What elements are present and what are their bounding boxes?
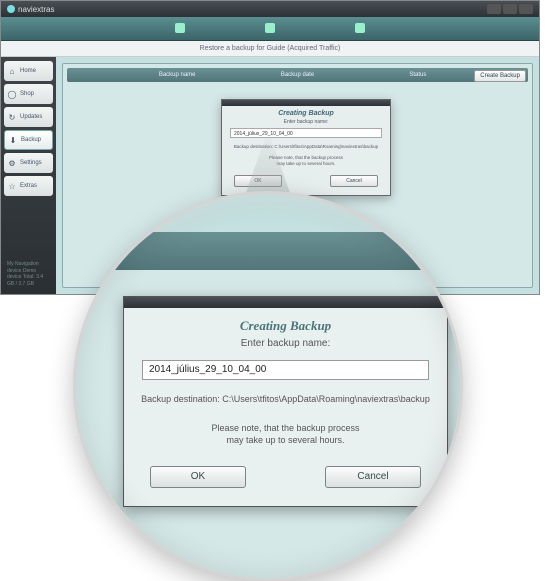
shop-icon: ◯: [7, 89, 17, 99]
subheader: Restore a backup for Guide (Acquired Tra…: [1, 41, 539, 57]
dialog-subtitle: Enter backup name:: [124, 338, 447, 355]
col-name: Backup name: [117, 72, 237, 78]
app-logo-icon: [7, 5, 15, 13]
sidebar-item-extras[interactable]: ☆ Extras: [4, 176, 53, 196]
sidebar-item-home[interactable]: ⌂ Home: [4, 61, 53, 81]
ok-button[interactable]: OK: [150, 466, 246, 488]
sidebar-item-label: Home: [20, 68, 36, 74]
sidebar-item-label: Updates: [20, 114, 42, 120]
dialog-titlebar: [124, 297, 447, 308]
sidebar-item-label: Settings: [20, 160, 42, 166]
sidebar: ⌂ Home ◯ Shop ↻ Updates ⬇ Backup ⚙ Setti…: [1, 57, 56, 294]
dialog-subtitle: Enter backup name:: [222, 119, 390, 125]
dialog-buttons: OK Cancel: [222, 170, 390, 195]
create-backup-button[interactable]: Create Backup: [474, 70, 526, 82]
backup-name-input[interactable]: 2014_július_29_10_04_00: [230, 128, 382, 138]
dialog-buttons: OK Cancel: [124, 458, 447, 506]
sidebar-item-shop[interactable]: ◯ Shop: [4, 84, 53, 104]
backup-note: Please note, that the backup processmay …: [124, 410, 447, 458]
sidebar-item-label: Backup: [21, 137, 41, 143]
sidebar-item-backup[interactable]: ⬇ Backup: [4, 130, 53, 150]
updates-icon: ↻: [7, 112, 17, 122]
sidebar-item-label: Shop: [20, 91, 34, 97]
tab-icon: [355, 23, 365, 33]
sidebar-item-updates[interactable]: ↻ Updates: [4, 107, 53, 127]
table-header: Backup name Backup date Status: [67, 68, 528, 82]
magnifier-view: Creating Backup Enter backup name: Backu…: [73, 191, 463, 581]
cancel-button[interactable]: Cancel: [325, 466, 421, 488]
ok-button[interactable]: OK: [234, 175, 282, 187]
settings-icon: ⚙: [7, 158, 17, 168]
window-controls: [487, 4, 533, 14]
dialog-title: Creating Backup: [124, 308, 447, 338]
maximize-button[interactable]: [503, 4, 517, 14]
creating-backup-dialog-small: Creating Backup Enter backup name: 2014_…: [221, 99, 391, 196]
top-tab[interactable]: [265, 23, 275, 34]
minimize-button[interactable]: [487, 4, 501, 14]
col-date: Backup date: [237, 72, 357, 78]
window-title: naviextras: [18, 5, 54, 14]
backup-name-input[interactable]: [142, 360, 429, 380]
close-button[interactable]: [519, 4, 533, 14]
sidebar-item-settings[interactable]: ⚙ Settings: [4, 153, 53, 173]
backup-destination: Backup destination: C:\Users\tfitos\AppD…: [124, 384, 447, 410]
top-tab[interactable]: [355, 23, 365, 34]
top-tabs: [1, 17, 539, 41]
home-icon: ⌂: [7, 66, 17, 76]
backup-destination: Backup destination: C:\Users\tfitos\AppD…: [222, 141, 390, 152]
cancel-button[interactable]: Cancel: [330, 175, 378, 187]
dialog-title: Creating Backup: [222, 106, 390, 119]
creating-backup-dialog: Creating Backup Enter backup name: Backu…: [123, 296, 448, 507]
backup-icon: ⬇: [8, 135, 18, 145]
sidebar-footer: My Navigation device Demo device Total: …: [4, 258, 53, 290]
extras-icon: ☆: [7, 181, 17, 191]
top-tab[interactable]: [175, 23, 185, 34]
sidebar-item-label: Extras: [20, 183, 37, 189]
col-status: Status: [358, 72, 478, 78]
backup-note: Please note, that the backup processmay …: [222, 152, 390, 170]
tab-icon: [175, 23, 185, 33]
window-titlebar: naviextras: [1, 1, 539, 17]
tab-icon: [265, 23, 275, 33]
